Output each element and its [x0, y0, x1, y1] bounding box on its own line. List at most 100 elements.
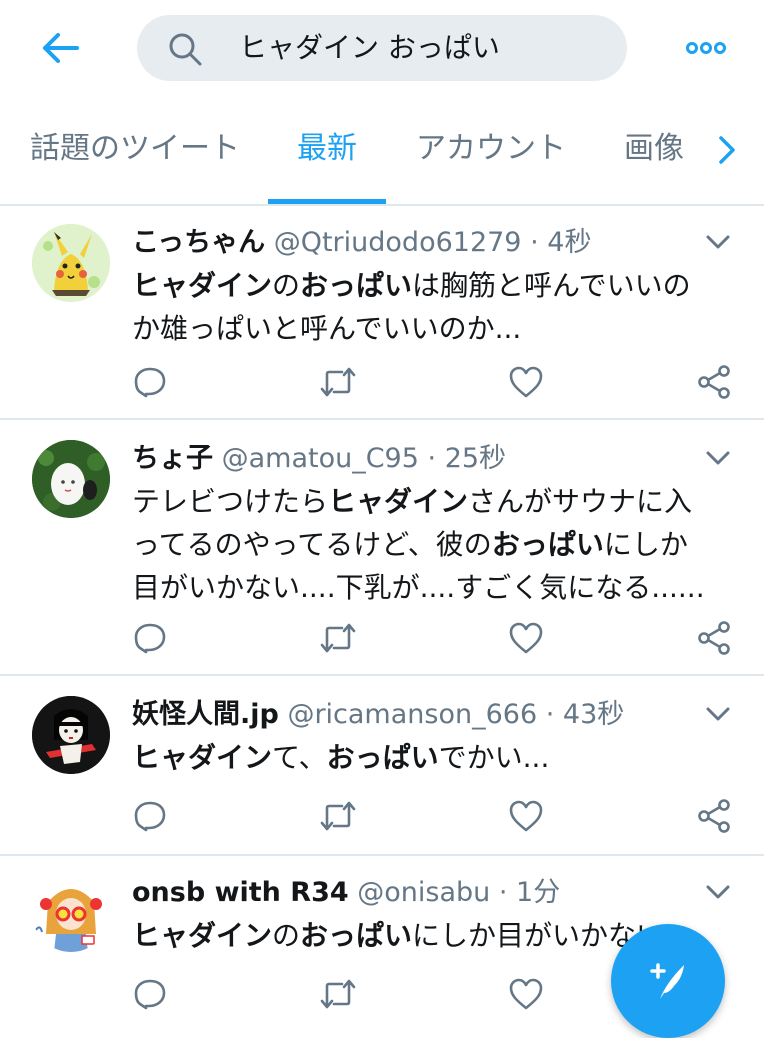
tweet-author-handle[interactable]: @ricamanson_666 [287, 699, 537, 730]
retweet-button[interactable] [318, 974, 358, 1014]
share-icon [698, 365, 730, 399]
arrow-left-icon [43, 33, 79, 63]
highlighted-keyword: ヒャダイン [328, 485, 469, 518]
tweet-text: テレビつけたらヒャダインさんがサウナに入 ってるのやってるけど、彼のおっぱいにしか… [132, 480, 732, 609]
chevron-down-icon[interactable] [704, 882, 732, 902]
tweet-header: ちょ子 @amatou_C95 · 25秒 [132, 442, 506, 476]
tweet-timestamp: 4秒 [547, 227, 592, 258]
compose-tweet-button[interactable] [611, 924, 725, 1038]
highlighted-keyword: ヒャダイン [132, 919, 273, 952]
chevron-down-icon[interactable] [704, 232, 732, 252]
reply-icon [134, 801, 166, 832]
tweet-text-line: ってるのやってるけど、彼のおっぱいにしか [132, 523, 732, 566]
retweet-icon [320, 623, 356, 653]
tweet-text-segment: さんがサウナに入 [468, 485, 693, 518]
retweet-button[interactable] [318, 362, 358, 402]
highlighted-keyword: おっぱい [300, 919, 413, 952]
compose-icon [650, 963, 684, 999]
tweet-text-line: ヒャダインて、おっぱいでかい... [132, 736, 732, 779]
reply-button[interactable] [130, 362, 170, 402]
retweet-button[interactable] [318, 618, 358, 658]
tweet-text-segment: にしか [603, 528, 688, 561]
back-button[interactable] [38, 28, 82, 68]
heart-icon [509, 622, 543, 654]
retweet-button[interactable] [318, 796, 358, 836]
tweet-author-name[interactable]: こっちゃん [132, 227, 265, 258]
like-button[interactable] [506, 362, 546, 402]
heart-icon [509, 978, 543, 1010]
reply-button[interactable] [130, 974, 170, 1014]
tweet-header: onsb with R34 @onisabu · 1分 [132, 876, 560, 910]
tab-latest[interactable]: 最新 [297, 98, 357, 204]
share-button[interactable] [694, 618, 734, 658]
tweet-text-segment: 目がいかない....下乳が....すごく気になる...... [132, 571, 705, 604]
retweet-icon [320, 979, 356, 1009]
top-bar: ヒャダイン おっぱい [0, 0, 764, 98]
tweet-item[interactable]: 妖怪人間.jp @ricamanson_666 · 43秒 ヒャダインて、おっぱ… [0, 676, 764, 856]
tweet-text-line: 目がいかない....下乳が....すごく気になる...... [132, 566, 732, 609]
separator-dot: · [427, 443, 437, 474]
retweet-icon [320, 801, 356, 831]
share-icon [698, 621, 730, 655]
tab-accounts[interactable]: アカウント [416, 98, 566, 204]
highlighted-keyword: ヒャダイン [132, 269, 273, 302]
chevron-down-icon[interactable] [704, 448, 732, 468]
like-button[interactable] [506, 618, 546, 658]
tab-photos[interactable]: 画像 [624, 98, 684, 204]
tweet-text-segment: は胸筋と呼んでいいの [412, 269, 691, 302]
separator-dot: · [498, 877, 508, 908]
tweet-timestamp: 1分 [516, 877, 561, 908]
tweet-text: ヒャダインて、おっぱいでかい... [132, 736, 732, 779]
tweet-text-segment: でかい... [438, 741, 550, 774]
heart-icon [509, 366, 543, 398]
highlighted-keyword: ヒャダイン [132, 741, 273, 774]
avatar[interactable] [32, 874, 110, 952]
search-query: ヒャダイン おっぱい [239, 31, 500, 64]
avatar[interactable] [32, 440, 110, 518]
like-button[interactable] [506, 796, 546, 836]
search-input[interactable]: ヒャダイン おっぱい [137, 15, 627, 81]
tweet-item[interactable]: こっちゃん @Qtriudodo61279 · 4秒 ヒャダインのおっぱいは胸筋… [0, 206, 764, 420]
tweet-author-name[interactable]: onsb with R34 [132, 877, 349, 908]
share-icon [698, 799, 730, 833]
tweet-author-handle[interactable]: @amatou_C95 [222, 443, 419, 474]
tweet-author-name[interactable]: 妖怪人間.jp [132, 699, 279, 730]
share-button[interactable] [694, 362, 734, 402]
reply-icon [134, 623, 166, 654]
highlighted-keyword: おっぱい [326, 741, 439, 774]
tweet-text-segment: か雄っぱいと呼んでいいのか... [132, 312, 522, 345]
retweet-icon [320, 367, 356, 397]
tweet-text-segment: て、 [272, 741, 327, 774]
chevron-down-icon[interactable] [704, 704, 732, 724]
active-tab-indicator [268, 199, 386, 204]
heart-icon [509, 800, 543, 832]
highlighted-keyword: おっぱい [300, 269, 413, 302]
avatar[interactable] [32, 224, 110, 302]
tweet-author-name[interactable]: ちょ子 [132, 443, 213, 474]
separator-dot: · [530, 227, 539, 258]
tweet-item[interactable]: ちょ子 @amatou_C95 · 25秒 テレビつけたらヒャダインさんがサウナ… [0, 420, 764, 676]
share-button[interactable] [694, 796, 734, 836]
tweet-timestamp: 43秒 [562, 699, 625, 730]
tweet-text-segment: テレビつけたら [132, 485, 329, 518]
tweet-header: 妖怪人間.jp @ricamanson_666 · 43秒 [132, 698, 624, 732]
tweet-timestamp: 25秒 [444, 443, 507, 474]
tweet-text-segment: の [272, 919, 301, 952]
reply-icon [134, 979, 166, 1010]
avatar[interactable] [32, 696, 110, 774]
search-icon [169, 33, 202, 66]
like-button[interactable] [506, 974, 546, 1014]
more-options-button[interactable] [682, 34, 730, 62]
tweet-text-line: テレビつけたらヒャダインさんがサウナに入 [132, 480, 732, 523]
reply-button[interactable] [130, 796, 170, 836]
tab-top[interactable]: 話題のツイート [30, 98, 240, 204]
highlighted-keyword: おっぱい [491, 528, 604, 561]
tweet-author-handle[interactable]: @Qtriudodo61279 [274, 227, 522, 258]
reply-icon [134, 367, 166, 398]
tweet-header: こっちゃん @Qtriudodo61279 · 4秒 [132, 226, 591, 260]
tweet-author-handle[interactable]: @onisabu [357, 877, 490, 908]
tweet-text-segment: ってるのやってるけど、彼の [132, 528, 492, 561]
reply-button[interactable] [130, 618, 170, 658]
chevron-right-icon[interactable] [712, 134, 742, 166]
tweet-text: ヒャダインのおっぱいは胸筋と呼んでいいの か雄っぱいと呼んでいいのか... [132, 264, 732, 350]
